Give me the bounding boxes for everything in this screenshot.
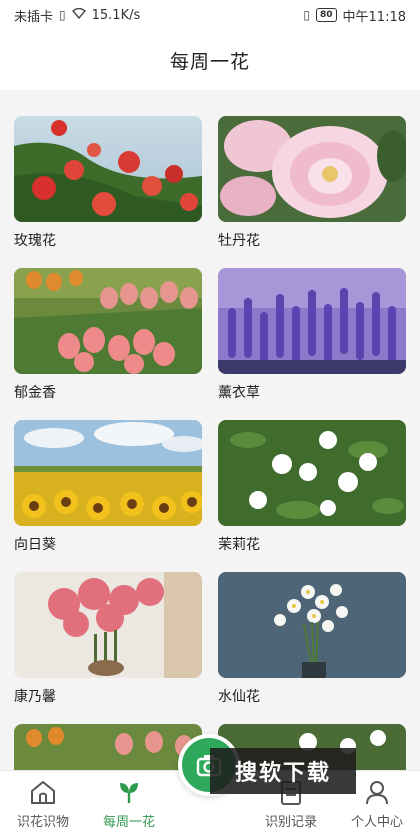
- status-left: 未插卡 ▯ 15.1K/s: [14, 6, 140, 25]
- page-title: 每周一花: [169, 50, 250, 73]
- carrier-text: 未插卡: [14, 9, 54, 25]
- flower-image: [218, 572, 406, 678]
- flower-card-rose[interactable]: 玫瑰花: [14, 116, 202, 249]
- flower-card-peony[interactable]: 牡丹花: [218, 116, 406, 249]
- flower-image: [14, 116, 202, 222]
- vibrate-icon: ▯: [303, 8, 310, 22]
- flower-card-carnation[interactable]: 康乃馨: [14, 572, 202, 705]
- network-speed: 15.1K/s: [91, 7, 141, 23]
- user-icon: [366, 781, 388, 805]
- nav-label: 识花识物: [16, 815, 69, 830]
- flower-sprout-icon: [120, 783, 138, 803]
- flower-name: 向日葵: [14, 537, 56, 553]
- flower-name: 水仙花: [218, 689, 260, 705]
- flower-card-lavender[interactable]: 薰衣草: [218, 268, 406, 401]
- status-bar: 未插卡 ▯ 15.1K/s ▯ 80 中午11:18: [0, 0, 420, 30]
- nav-label: 个人中心: [350, 815, 403, 830]
- flower-image: [218, 268, 406, 374]
- wifi-icon: [71, 7, 86, 22]
- flower-name: 牡丹花: [218, 233, 260, 249]
- page-header: 每周一花: [0, 30, 420, 90]
- sim-icon: ▯: [59, 8, 66, 22]
- battery-indicator: 80: [316, 8, 337, 22]
- home-icon: [31, 781, 55, 804]
- nav-item-weekly-flower[interactable]: 每周一花: [94, 777, 164, 830]
- nav-label: 识别记录: [264, 815, 317, 830]
- flower-image: [14, 572, 202, 678]
- status-right: ▯ 80 中午11:18: [303, 6, 406, 25]
- flower-card-jasmine[interactable]: 茉莉花: [218, 420, 406, 553]
- flower-name: 薰衣草: [218, 385, 260, 401]
- flower-image: [218, 420, 406, 526]
- flower-image: [14, 420, 202, 526]
- flower-card-sunflower[interactable]: 向日葵: [14, 420, 202, 553]
- flower-name: 康乃馨: [14, 689, 56, 705]
- clock: 中午11:18: [342, 9, 406, 25]
- flower-name: 郁金香: [14, 385, 56, 401]
- flower-image: [14, 268, 202, 374]
- flower-image: [218, 116, 406, 222]
- flower-card-tulip[interactable]: 郁金香: [14, 268, 202, 401]
- flower-card-daffodil[interactable]: 水仙花: [218, 572, 406, 705]
- flower-name: 玫瑰花: [14, 233, 56, 249]
- nav-label: 每周一花: [102, 815, 155, 830]
- watermark-overlay: 搜软下载: [210, 748, 356, 794]
- nav-item-identify[interactable]: 识花识物: [8, 777, 78, 830]
- flower-name: 茉莉花: [218, 537, 260, 553]
